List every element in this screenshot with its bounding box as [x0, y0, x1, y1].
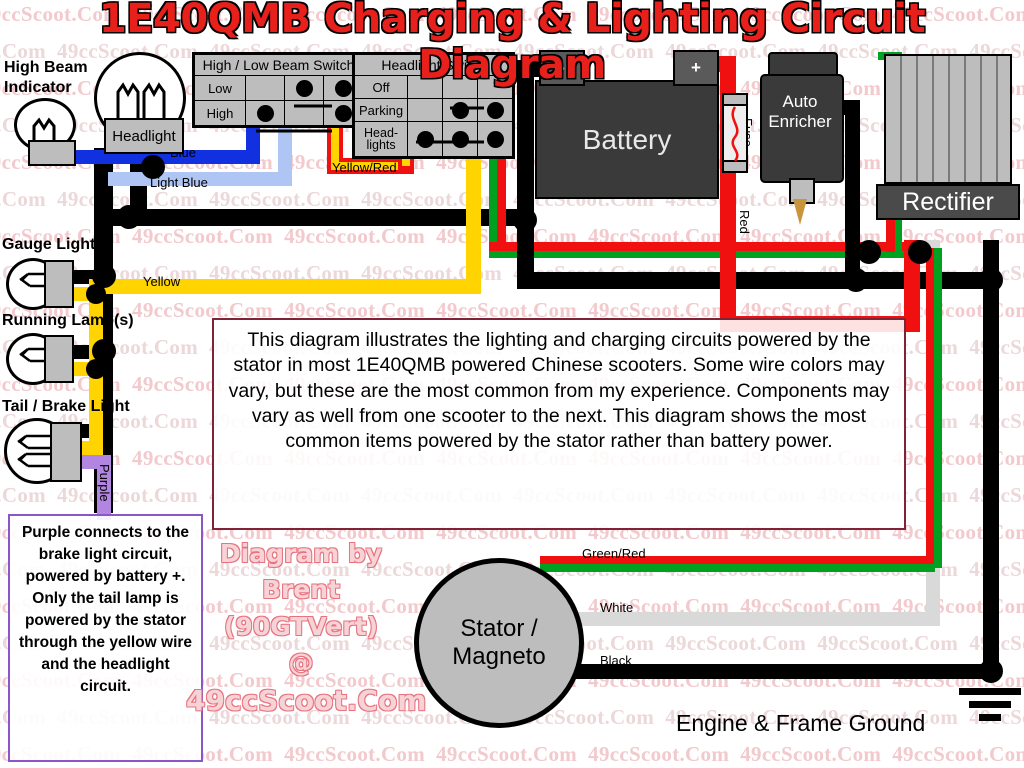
- engine-frame-ground-label: Engine & Frame Ground: [676, 710, 926, 736]
- beam-contact-bar-high: [256, 129, 332, 133]
- wire-yellow-to-switch: [466, 150, 481, 287]
- running-lamps-bulb: [6, 333, 74, 385]
- high-beam-indicator-bulb: [14, 98, 80, 166]
- junction-black-main-top: [117, 205, 141, 229]
- headlight-label: Headlight: [104, 118, 184, 154]
- headlight-cell-parking-3[interactable]: [477, 98, 514, 122]
- battery-body: Battery: [535, 80, 719, 199]
- junction-greenred-rect: [908, 240, 932, 264]
- junction-yellow-running: [86, 359, 106, 379]
- headlight-row-label-parking: Parking: [353, 98, 409, 122]
- headlight-switch-row-parking: Parking: [353, 98, 514, 122]
- wire-label-yellow: Yellow: [143, 274, 181, 289]
- headlight-cell-headlights-2[interactable]: [442, 121, 479, 157]
- tail-brake-light-bulb: [4, 418, 82, 484]
- stator-label-line1: Stator /: [460, 615, 538, 643]
- headlight-cell-parking-2[interactable]: [442, 98, 479, 122]
- fuse-component: [722, 93, 748, 173]
- headlight-contact-bar-parking: [450, 106, 484, 110]
- credit-block: Diagram by Brent (90GTVert) @ 49ccScoot.…: [186, 536, 427, 722]
- auto-enricher-label-line1: Auto: [782, 92, 818, 111]
- junction-greenred-black: [857, 240, 881, 264]
- headlight-cell-headlights-1[interactable]: [407, 121, 444, 157]
- running-lamps-label: Running Lamp(s): [2, 312, 134, 329]
- wire-label-purple: Purple: [97, 464, 112, 502]
- wire-stator-greenred-green-riser: [934, 248, 942, 568]
- fuse-element-icon: [731, 106, 739, 162]
- purple-note-box: Purple connects to the brake light circu…: [8, 514, 203, 762]
- description-box: This diagram illustrates the lighting an…: [212, 318, 906, 530]
- rectifier-label: Rectifier: [876, 184, 1020, 220]
- enricher-needle-icon: [793, 199, 807, 225]
- junction-black-yellow-cross: [513, 208, 537, 232]
- wire-rectifier-ground-vertical: [983, 240, 999, 680]
- credit-line-1: Diagram by: [219, 539, 383, 568]
- headlight-switch-row-headlights: Head- lights: [353, 121, 514, 157]
- tail-brake-light-label: Tail / Brake Light: [2, 398, 130, 415]
- credit-line-3: @: [288, 647, 314, 677]
- headlight-contact-bar-headlights: [416, 140, 484, 144]
- wire-battery-neg-vertical: [517, 60, 534, 275]
- headlight-cell-parking-1[interactable]: [407, 98, 444, 122]
- wire-label-black: Black: [600, 653, 632, 668]
- stator-magneto-component: Stator / Magneto: [414, 558, 584, 728]
- beam-contact-bar-low: [294, 104, 332, 108]
- wire-label-green-red: Green/Red: [582, 546, 646, 561]
- diagram-canvas: 49ccScoot.Com 49ccScoot.Com 49ccScoot.Co…: [0, 0, 1024, 768]
- junction-stator-ground: [979, 659, 1003, 683]
- wire-label-white: White: [600, 600, 634, 615]
- stator-label-line2: Magneto: [452, 643, 546, 670]
- gauge-lights-bulb: [6, 258, 74, 310]
- beam-cell-high-1[interactable]: [245, 100, 285, 126]
- junction-yellow-gauge: [86, 284, 106, 304]
- junction-black-bus-right: [844, 268, 868, 292]
- gauge-lights-label: Gauge Lights: [2, 236, 105, 253]
- credit-line-2: Brent (90GTVert): [224, 575, 378, 641]
- headlight-row-label-headlights: Head- lights: [353, 121, 409, 157]
- wire-stator-greenred-green: [540, 564, 935, 572]
- auto-enricher-label-line2: Enricher: [768, 111, 832, 131]
- beam-row-label-high: High: [194, 100, 246, 126]
- wire-label-light-blue: Light Blue: [150, 175, 208, 190]
- junction-ground-bus: [979, 268, 1003, 292]
- page-title: 1E40QMB Charging & Lighting Circuit Diag…: [98, 0, 926, 88]
- wire-label-red: Red: [737, 210, 752, 234]
- ground-symbol-icon: [955, 688, 1024, 728]
- credit-line-4: 49ccScoot.Com: [186, 684, 427, 717]
- headlight-cell-headlights-3[interactable]: [477, 121, 514, 157]
- wire-label-yellow-red: Yellow/Red: [332, 160, 397, 175]
- beam-switch-row-high: High: [194, 100, 363, 126]
